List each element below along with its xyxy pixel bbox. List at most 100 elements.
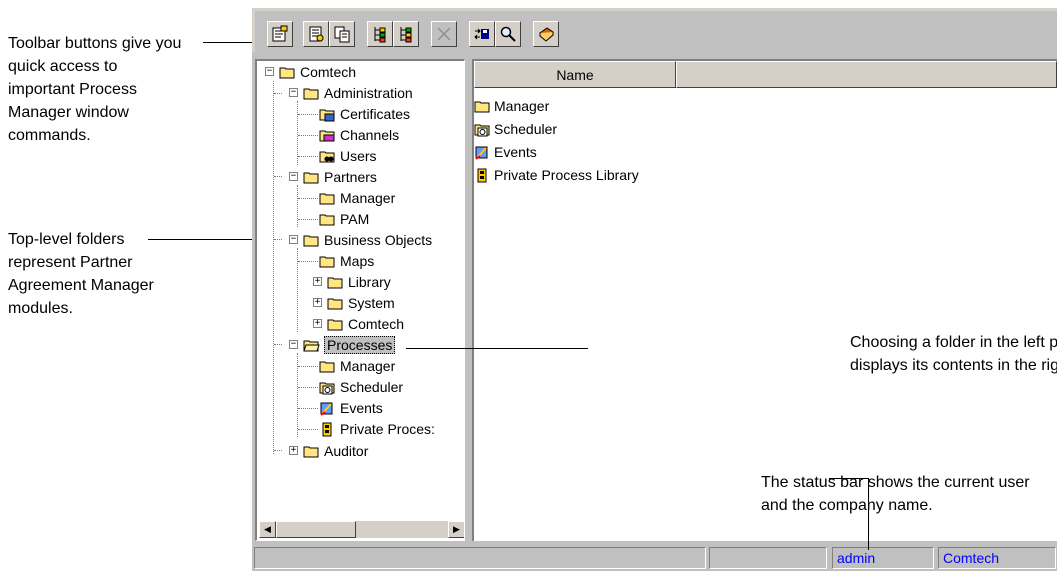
collapse-toggle[interactable]: − <box>289 340 298 349</box>
import-icon <box>474 28 489 40</box>
list-item-manager[interactable]: Manager <box>474 96 549 116</box>
tree-label: Certificates <box>340 106 411 122</box>
tree-label: Processes <box>324 336 396 354</box>
process-library-icon <box>477 168 487 182</box>
tree-item-users[interactable]: Users <box>319 147 377 165</box>
callout-folders: Top-level folders represent Partner Agre… <box>8 228 208 320</box>
collapse-toggle[interactable]: − <box>289 88 298 97</box>
tree-item-processes[interactable]: Processes <box>303 336 396 354</box>
callout-line: modules. <box>8 300 73 317</box>
tree-item-comtech[interactable]: Comtech <box>279 63 356 81</box>
copy-icon <box>334 26 350 43</box>
tree-item-library[interactable]: Library <box>327 273 391 291</box>
column-header-name[interactable]: Name <box>474 61 676 88</box>
tree-item-channels[interactable]: Channels <box>319 126 399 144</box>
import-button[interactable] <box>469 21 495 47</box>
folder-icon <box>327 319 343 330</box>
folder-open-icon <box>279 67 295 78</box>
callout-line: Manager window <box>8 104 129 121</box>
list-item-label: Scheduler <box>494 121 558 137</box>
callout-line: represent Partner <box>8 254 133 271</box>
help-book-button[interactable] <box>533 21 559 47</box>
callout-line: commands. <box>8 127 91 144</box>
collapse-button[interactable] <box>393 21 419 47</box>
new-icon <box>272 25 288 42</box>
find-icon <box>500 26 516 42</box>
tree-label: Library <box>348 274 391 290</box>
tree-label: Auditor <box>324 443 369 459</box>
expand-button[interactable] <box>367 21 393 47</box>
tree-item-partners[interactable]: Partners <box>303 168 377 186</box>
leader-status-v <box>868 478 869 550</box>
collapse-toggle[interactable]: − <box>289 172 298 181</box>
list-item-label: Private Process Library <box>494 167 639 183</box>
tree-item-business-objects[interactable]: Business Objects <box>303 231 432 249</box>
tree-item-maps[interactable]: Maps <box>319 252 374 270</box>
tree-item-private-process[interactable]: Private Proces: <box>319 420 435 438</box>
callout-line: The status bar shows the current user <box>761 474 1030 491</box>
folder-open-icon <box>303 172 319 183</box>
copy-button[interactable] <box>329 21 355 47</box>
tree-item-bo-comtech[interactable]: Comtech <box>327 315 404 333</box>
folder-icon <box>327 298 343 309</box>
scroll-thumb[interactable] <box>276 521 356 538</box>
collapse-icon <box>400 27 412 43</box>
tree-item-partners-manager[interactable]: Manager <box>319 189 395 207</box>
list-item-label: Events <box>494 144 537 160</box>
collapse-toggle[interactable]: − <box>289 235 298 244</box>
list-item-private-process-library[interactable]: Private Process Library <box>474 165 639 185</box>
folder-icon <box>319 256 335 267</box>
column-header-empty[interactable] <box>676 61 1057 88</box>
expand-toggle[interactable]: + <box>313 298 322 307</box>
scroll-right-arrow-icon[interactable]: ▶ <box>448 521 464 538</box>
expand-toggle[interactable]: + <box>289 446 298 455</box>
find-button[interactable] <box>495 21 521 47</box>
contents-panel: Name Manager Scheduler Events Private Pr… <box>472 59 1057 541</box>
status-company: Comtech <box>938 547 1056 569</box>
tree-label: Administration <box>324 85 413 101</box>
tree-item-scheduler[interactable]: Scheduler <box>319 378 403 396</box>
leader-choosing <box>406 348 588 349</box>
folder-icon <box>319 361 335 372</box>
callout-line: quick access to <box>8 58 118 75</box>
list-item-events[interactable]: Events <box>474 142 537 162</box>
folder-open-icon <box>303 340 320 351</box>
tree-item-administration[interactable]: Administration <box>303 84 413 102</box>
process-library-icon <box>322 422 332 436</box>
properties-button[interactable] <box>303 21 329 47</box>
folder-tree-panel: − Comtech − Administration Certificates … <box>255 59 465 541</box>
scroll-left-arrow-icon[interactable]: ◀ <box>259 521 276 538</box>
collapse-toggle[interactable]: − <box>265 67 274 76</box>
callout-line: Toolbar buttons give you <box>8 35 182 52</box>
callout-toolbar: Toolbar buttons give you quick access to… <box>8 32 228 147</box>
tree-item-auditor[interactable]: Auditor <box>303 442 368 460</box>
expand-toggle[interactable]: + <box>313 319 322 328</box>
process-manager-window: − Comtech − Administration Certificates … <box>252 8 1057 571</box>
tree-item-pam[interactable]: PAM <box>319 210 369 228</box>
folder-open-icon <box>303 235 319 246</box>
tree-label: Users <box>340 148 377 164</box>
expand-toggle[interactable]: + <box>313 277 322 286</box>
new-button[interactable] <box>267 21 293 47</box>
list-item-label: Manager <box>494 98 550 114</box>
scheduler-icon <box>319 382 335 394</box>
callout-status: The status bar shows the current user an… <box>761 471 1057 517</box>
tree-item-proc-manager[interactable]: Manager <box>319 357 395 375</box>
delete-icon <box>437 27 451 41</box>
status-user: admin <box>832 547 934 569</box>
list-item-scheduler[interactable]: Scheduler <box>474 119 557 139</box>
tree-label: Channels <box>340 127 400 143</box>
folder-icon <box>474 101 490 112</box>
callout-line: Choosing a folder in the left panel <box>850 334 1057 351</box>
tree-label: Manager <box>340 190 396 206</box>
tree-label: Events <box>340 400 383 416</box>
tree-item-events[interactable]: Events <box>319 399 383 417</box>
delete-button[interactable] <box>431 21 457 47</box>
expand-icon <box>374 27 386 43</box>
status-message <box>254 547 706 569</box>
tree-horizontal-scrollbar[interactable]: ◀ ▶ <box>259 521 464 538</box>
events-icon <box>320 402 333 416</box>
tree-item-certificates[interactable]: Certificates <box>319 105 410 123</box>
tree-item-system[interactable]: System <box>327 294 395 312</box>
tree-label: Comtech <box>300 64 357 80</box>
